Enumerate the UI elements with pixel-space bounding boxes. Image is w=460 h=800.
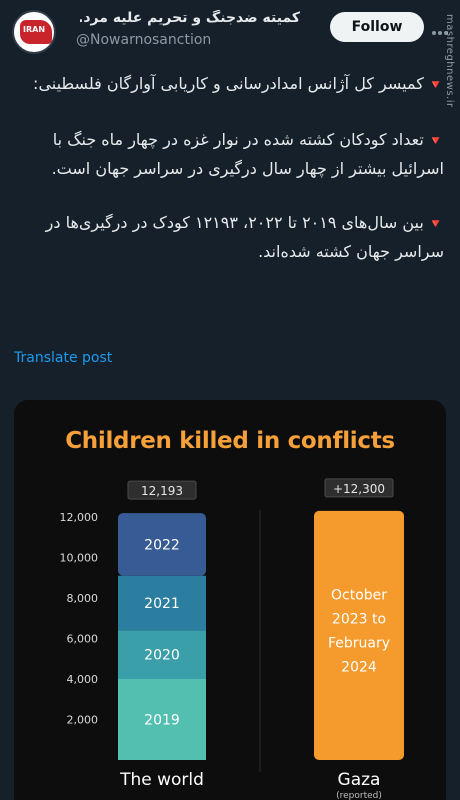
red-triangle-icon: 🔻 [427, 78, 444, 93]
category-label: The world [119, 770, 204, 790]
y-tick-label: 6,000 [67, 633, 99, 646]
display-name[interactable]: کمیته ضدجنگ و تحریم علیه مرد... [80, 10, 300, 26]
y-tick-label: 2,000 [67, 714, 99, 727]
red-triangle-icon: 🔻 [427, 134, 444, 149]
total-label: +12,300 [333, 482, 385, 496]
segment-label: February [328, 635, 390, 651]
y-tick-label: 4,000 [67, 673, 99, 686]
tweet-header: IRAN کمیته ضدجنگ و تحریم علیه مرد... @No… [0, 0, 460, 68]
handle[interactable]: @Nowarnosanction [76, 32, 211, 48]
tweet-text: 🔻کمیسر کل آژانس امدادرسانی و کاریابی آوا… [14, 70, 444, 292]
follow-button[interactable]: Follow [330, 12, 424, 42]
total-label: 12,193 [141, 484, 183, 498]
tweet-point-1: 🔻تعداد کودکان کشته شده در نوار غزه در چه… [51, 130, 444, 178]
segment-label: October [331, 587, 387, 603]
segment-label: 2023 to [332, 611, 386, 627]
translate-post-link[interactable]: Translate post [14, 350, 112, 366]
tweet-media-chart[interactable]: Children killed in conflicts 12,000 10,00… [14, 400, 446, 800]
tweet-intro: 🔻کمیسر کل آژانس امدادرسانی و کاریابی آوا… [33, 74, 444, 93]
bar-chart: 12,000 10,000 8,000 6,000 4,000 2,000 12,193 20… [60, 478, 404, 800]
category-label: Gaza [338, 770, 381, 790]
red-triangle-icon: 🔻 [427, 217, 444, 232]
segment-label: 2021 [144, 596, 180, 612]
segment-label: 2019 [144, 713, 180, 729]
segment-label: 2020 [144, 648, 180, 664]
avatar[interactable]: IRAN [12, 10, 56, 54]
y-tick-label: 8,000 [67, 592, 99, 605]
segment-label: 2024 [341, 659, 377, 675]
category-sublabel: (reported) [336, 791, 382, 800]
tweet-point-2: 🔻بین سال‌های ۲۰۱۹ تا ۲۰۲۲، ۱۲۱۹۳ کودک در… [45, 213, 444, 261]
avatar-text: IRAN [22, 25, 46, 34]
y-tick-label: 12,000 [60, 511, 99, 524]
segment-label: 2022 [144, 537, 180, 553]
y-tick-label: 10,000 [60, 552, 99, 565]
